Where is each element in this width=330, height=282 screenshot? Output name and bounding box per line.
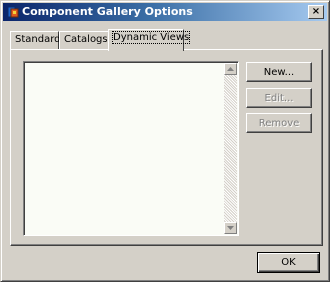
window-title: Component Gallery Options <box>22 5 193 18</box>
remove-button[interactable]: Remove <box>246 113 312 133</box>
tab-catalogs[interactable]: Catalogs <box>59 31 109 49</box>
title-bar[interactable]: Component Gallery Options × <box>3 3 327 21</box>
tab-catalogs-label: Catalogs <box>64 34 108 45</box>
new-button-label: New... <box>263 66 295 78</box>
new-button[interactable]: New... <box>246 62 312 82</box>
scroll-down-button[interactable] <box>224 222 237 234</box>
tab-standard[interactable]: Standard <box>10 31 61 49</box>
scroll-up-button[interactable] <box>224 63 237 75</box>
scroll-up-arrow-icon <box>227 67 234 71</box>
edit-button-label: Edit... <box>264 92 294 104</box>
component-gallery-options-dialog: Component Gallery Options × Standard Cat… <box>0 0 330 282</box>
gallery-app-icon <box>7 6 19 18</box>
tab-standard-label: Standard <box>15 34 61 45</box>
vertical-scrollbar[interactable] <box>224 63 237 234</box>
remove-button-label: Remove <box>258 117 300 129</box>
ok-button-label: OK <box>281 257 296 268</box>
close-button[interactable]: × <box>308 5 324 19</box>
tab-dynamic-views-label: Dynamic Views <box>111 31 191 44</box>
tab-dynamic-views[interactable]: Dynamic Views <box>108 29 191 51</box>
scroll-down-arrow-icon <box>227 226 234 230</box>
close-icon: × <box>311 6 321 17</box>
dynamic-views-list[interactable] <box>23 61 239 236</box>
edit-button[interactable]: Edit... <box>246 88 312 108</box>
ok-button[interactable]: OK <box>257 252 320 273</box>
